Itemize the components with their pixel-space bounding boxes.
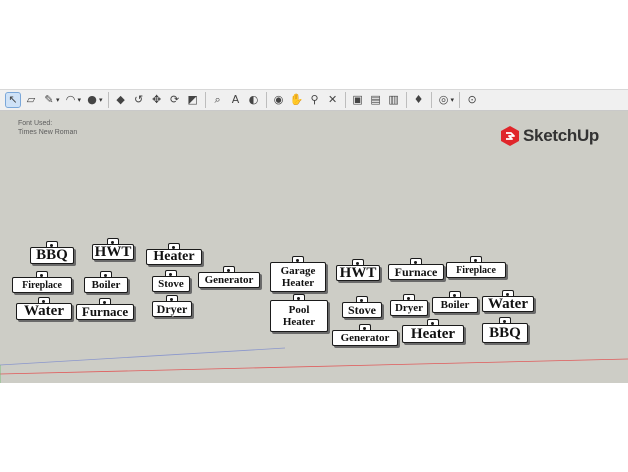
help-icon[interactable]: ⊙ [465,93,479,107]
orbit-tool-icon[interactable]: ◉ [272,93,286,107]
tag-model[interactable]: Dryer [390,294,428,316]
line-tool-icon[interactable]: ✎ [42,93,56,107]
pan-tool-icon[interactable]: ✋ [290,93,304,107]
tag-label: Furnace [81,304,129,319]
tag-model[interactable]: Furnace [388,258,444,280]
tag-model[interactable]: BBQ [482,317,528,343]
tag-label: Heater [410,325,456,342]
font-used-note: Font Used: Times New Roman [18,119,77,137]
push-pull-tool-icon[interactable]: ◆ [114,93,128,107]
tag-label: HWT [94,243,132,260]
tag-label: Stove [348,302,376,317]
zoom-extents-tool-icon[interactable]: ✕ [326,93,340,107]
tape-measure-tool-icon[interactable]: ⌕ [211,93,225,107]
user-account-icon[interactable]: ◎ [437,93,451,107]
tag-model[interactable]: Fireplace [12,271,72,293]
tag-label: BBQ [36,247,68,263]
tag-label: Garage [280,265,316,277]
offset-tool-icon[interactable]: ↺ [132,93,146,107]
tag-model[interactable]: Boiler [432,291,478,313]
tag-label: Heater [153,249,195,264]
tag-label: HWT [339,264,377,281]
extension-manager-icon[interactable]: ♦ [412,93,426,107]
tag-label: BBQ [489,324,521,341]
tag-model[interactable]: Heater [146,243,202,265]
eraser-tool-icon[interactable]: ▱ [24,93,38,107]
tag-label: Water [488,295,528,312]
tag-label: Generator [340,332,390,344]
tag-model[interactable]: Boiler [84,271,128,293]
chevron-down-icon[interactable]: ▾ [451,96,455,104]
send-to-layout-icon[interactable]: ▥ [387,93,401,107]
toolbar-separator [344,92,346,108]
tag-model[interactable]: Generator [198,266,260,288]
tag-model[interactable]: Furnace [76,298,134,320]
tag-model[interactable]: Heater [402,319,464,343]
main-toolbar: ↖ ▱ ✎ ▾ ◠ ▾ ● ▾ ◆ ↺ ✥ ⟳ ◩ ⌕ A ◐ ◉ ✋ ⚲ ✕ ▣ ▤ ▥ ♦ ◎ ▾ ⊙ [0,89,628,111]
tag-model[interactable]: Dryer [152,295,192,317]
rotate-tool-icon[interactable]: ⟳ [168,93,182,107]
toolbar-separator [459,92,461,108]
tag-model[interactable]: HWT [92,238,134,260]
scale-tool-icon[interactable]: ◩ [186,93,200,107]
toolbar-separator [430,92,432,108]
tag-label: Boiler [91,279,121,291]
toolbar-separator [204,92,206,108]
tag-model[interactable]: Water [482,290,534,312]
font-note-value: Times New Roman [18,129,78,136]
tag-label-line2: Heater [281,277,315,289]
tag-label: Fireplace [22,279,62,291]
tag-label: Fireplace [456,264,496,276]
toolbar-separator [405,92,407,108]
tag-model[interactable]: Garage Heater [270,256,326,292]
tag-label: Water [24,303,64,319]
sketchup-logo-icon [501,126,519,146]
tag-model[interactable]: Pool Heater [270,294,328,332]
move-tool-icon[interactable]: ✥ [150,93,164,107]
paint-bucket-tool-icon[interactable]: ◐ [247,93,261,107]
tag-model[interactable]: Stove [342,296,382,318]
toolbar-separator [265,92,267,108]
tag-label: Furnace [394,264,438,279]
tag-label: Pool [288,304,310,316]
tag-model[interactable]: Generator [332,324,398,346]
arc-tool-icon[interactable]: ◠ [64,93,78,107]
select-tool-icon[interactable]: ↖ [5,92,21,108]
tag-label-line2: Heater [282,316,316,328]
tag-model[interactable]: Water [16,297,72,320]
blank-area [0,383,628,472]
tag-model[interactable]: Fireplace [446,256,506,278]
tag-model[interactable]: BBQ [30,241,74,264]
tag-label: Dryer [156,301,188,316]
font-note-label: Font Used: [18,120,53,127]
shapes-tool-icon[interactable]: ● [85,93,99,107]
tag-model[interactable]: HWT [336,259,380,281]
red-axis-line [0,358,628,375]
blue-axis-line [0,347,286,366]
chevron-down-icon[interactable]: ▾ [78,96,82,104]
tag-label: Boiler [440,299,470,311]
tag-label: Generator [204,274,254,286]
tag-model[interactable]: Stove [152,270,190,292]
text-tool-icon[interactable]: A [229,93,243,107]
chevron-down-icon[interactable]: ▾ [56,96,60,104]
zoom-tool-icon[interactable]: ⚲ [308,93,322,107]
sketchup-logo-text: SketchUp [523,126,600,145]
tag-label: Stove [158,278,184,290]
modeling-viewport[interactable]: Font Used: Times New Roman SketchUp BBQ H… [0,111,628,383]
chevron-down-icon[interactable]: ▾ [99,96,103,104]
extension-warehouse-icon[interactable]: ▤ [369,93,383,107]
toolbar-separator [107,92,109,108]
sketchup-logo: SketchUp [500,125,599,147]
tag-label: Dryer [394,302,424,314]
warehouse-icon[interactable]: ▣ [351,93,365,107]
